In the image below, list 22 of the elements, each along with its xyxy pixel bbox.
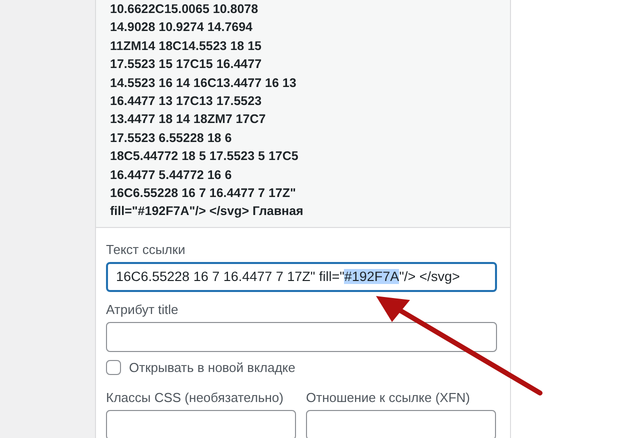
code-line: 11ZM14 18C14.5523 18 15 bbox=[110, 38, 263, 55]
field-label: Текст ссылки bbox=[106, 242, 186, 258]
code-line: 17.5523 6.55228 18 6 bbox=[110, 130, 233, 147]
code-line: fill="#192F7A"/> </svg> Главная bbox=[110, 203, 304, 220]
title-attribute-field[interactable] bbox=[106, 322, 497, 352]
code-line: 17.5523 15 17C15 16.4477 bbox=[110, 56, 263, 74]
code-line: 16C6.55228 16 7 16.4477 7 17Z" bbox=[110, 185, 297, 202]
css-classes-field[interactable] bbox=[106, 410, 296, 438]
code-line: 13.4477 18 14 18ZM7 17C7 bbox=[110, 111, 267, 128]
code-line: 14.5523 16 14 16C13.4477 16 13 bbox=[110, 74, 298, 92]
code-line: 16.4477 5.44772 16 6 bbox=[110, 166, 233, 184]
field-label: Отношение к ссылке (XFN) bbox=[306, 390, 471, 406]
link-text-field[interactable]: 16C6.55228 16 7 16.4477 7 17Z" fill="#192F7A"/> </svg> bbox=[106, 262, 497, 292]
field-label: Классы CSS (необязательно) bbox=[106, 390, 284, 406]
field-label: Атрибут title bbox=[106, 302, 180, 318]
checkbox-label: Открывать в новой вкладке bbox=[129, 360, 296, 376]
code-line: 18C5.44772 18 5 17.5523 5 17C5 bbox=[110, 148, 300, 166]
new-tab-checkbox[interactable] bbox=[106, 360, 121, 376]
link-relationship-field[interactable] bbox=[306, 410, 496, 438]
code-line: 16.4477 13 17C13 17.5523 bbox=[110, 93, 263, 110]
code-line: 10.6622C15.0065 10.8078 bbox=[110, 1, 260, 18]
code-line: 14.9028 10.9274 14.7694 bbox=[110, 19, 254, 36]
